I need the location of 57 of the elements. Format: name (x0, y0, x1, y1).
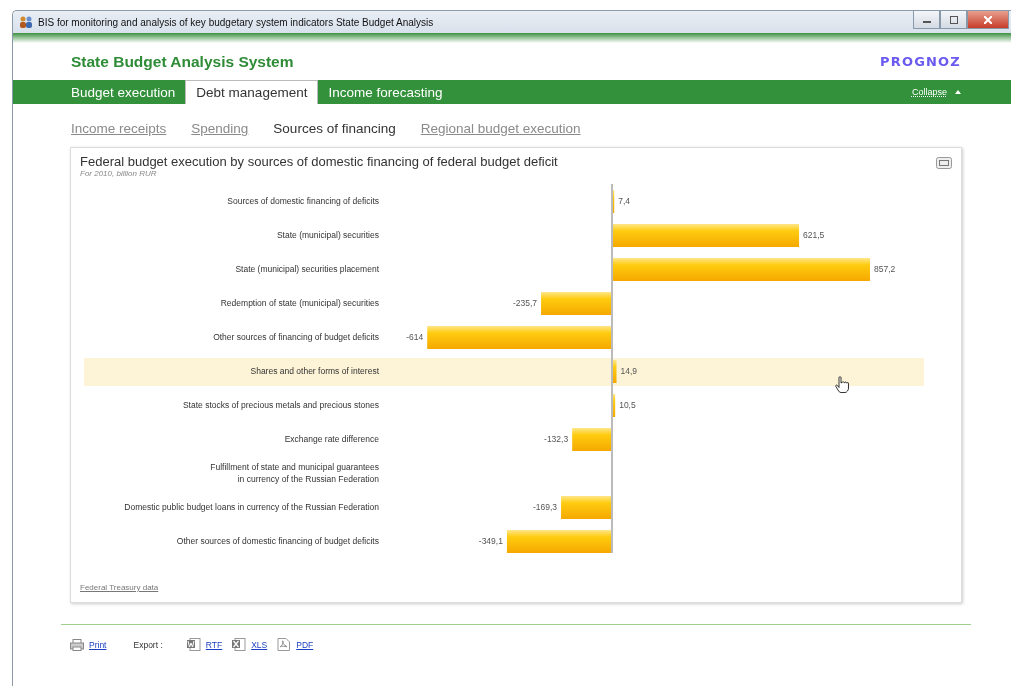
category-label: Other sources of domestic financing of budget deficits (176, 536, 379, 546)
sub-tab[interactable]: Income receipts (71, 121, 167, 136)
word-document-icon (186, 638, 201, 651)
export-link[interactable]: PDF (296, 639, 314, 650)
spreadsheet-icon (232, 638, 247, 651)
nav-tab[interactable]: Income forecasting (318, 80, 453, 104)
value-label: 857,2 (874, 264, 896, 274)
maximize-icon (949, 15, 958, 24)
export-label: Export : (133, 639, 163, 650)
people-icon (19, 15, 33, 29)
caret-icon (955, 90, 961, 94)
bar (572, 428, 612, 451)
app-title: State Budget Analysis System (71, 52, 294, 71)
value-label: 14,9 (620, 366, 638, 376)
category-label: Redemption of state (municipal) securities (220, 298, 379, 308)
panel-subtitle: For 2010, billion RUR (80, 169, 158, 178)
logo: PROGNOZ (879, 54, 961, 69)
export-link[interactable]: RTF (205, 639, 223, 650)
nav-tab[interactable]: Budget execution (61, 80, 186, 104)
category-label: Shares and other forms of interest (250, 366, 379, 376)
minimize-button[interactable] (913, 11, 940, 29)
bar (541, 292, 612, 315)
category-label: Exchange rate difference (284, 434, 379, 444)
maximize-button[interactable] (940, 11, 967, 29)
panel-title: Federal budget execution by sources of domestic financing of federal budget deficit (80, 154, 558, 169)
category-label: Domestic public budget loans in currency of the Russian Federation (124, 502, 379, 512)
sub-tab[interactable]: Sources of financing (273, 121, 396, 136)
category-label: State (municipal) securities (276, 230, 379, 240)
category-label: Fulfillment of state and municipal guarantees in currency of the Russian Federation (210, 462, 379, 484)
source-link[interactable]: Federal Treasury data (80, 583, 159, 592)
value-label: 621,5 (803, 230, 825, 240)
minimize-icon (922, 21, 931, 23)
bar (561, 496, 612, 519)
maximize-icon[interactable] (936, 157, 952, 169)
value-label: 10,5 (619, 400, 636, 410)
category-label: Other sources of financing of budget deficits (213, 332, 379, 342)
close-button[interactable] (967, 11, 1009, 29)
category-label: Sources of domestic financing of deficits (227, 196, 379, 206)
category-label: State stocks of precious metals and precious stones (182, 400, 379, 410)
pdf-document-icon (277, 638, 292, 651)
collapse-link[interactable]: Collapse (911, 87, 947, 97)
sub-tab[interactable]: Spending (191, 121, 249, 136)
print-link[interactable]: Print (89, 639, 107, 650)
value-label: -349,1 (478, 536, 503, 546)
close-icon (984, 15, 992, 24)
value-label: -614 (406, 332, 424, 342)
sub-tab[interactable]: Regional budget execution (420, 121, 581, 136)
export-link[interactable]: XLS (251, 639, 268, 650)
nav-tab[interactable]: Debt management (185, 80, 319, 104)
value-label: -132,3 (544, 434, 569, 444)
value-label: -169,3 (532, 502, 558, 512)
value-label: -235,7 (512, 298, 538, 308)
hand-cursor-icon (835, 376, 849, 393)
value-label: 7,4 (618, 196, 631, 206)
category-label: State (municipal) securities placement (235, 264, 379, 274)
printer-icon (70, 638, 84, 651)
window-title: BIS for monitoring and analysis of key budgetary system indicators State Budget Analysis (38, 16, 435, 28)
